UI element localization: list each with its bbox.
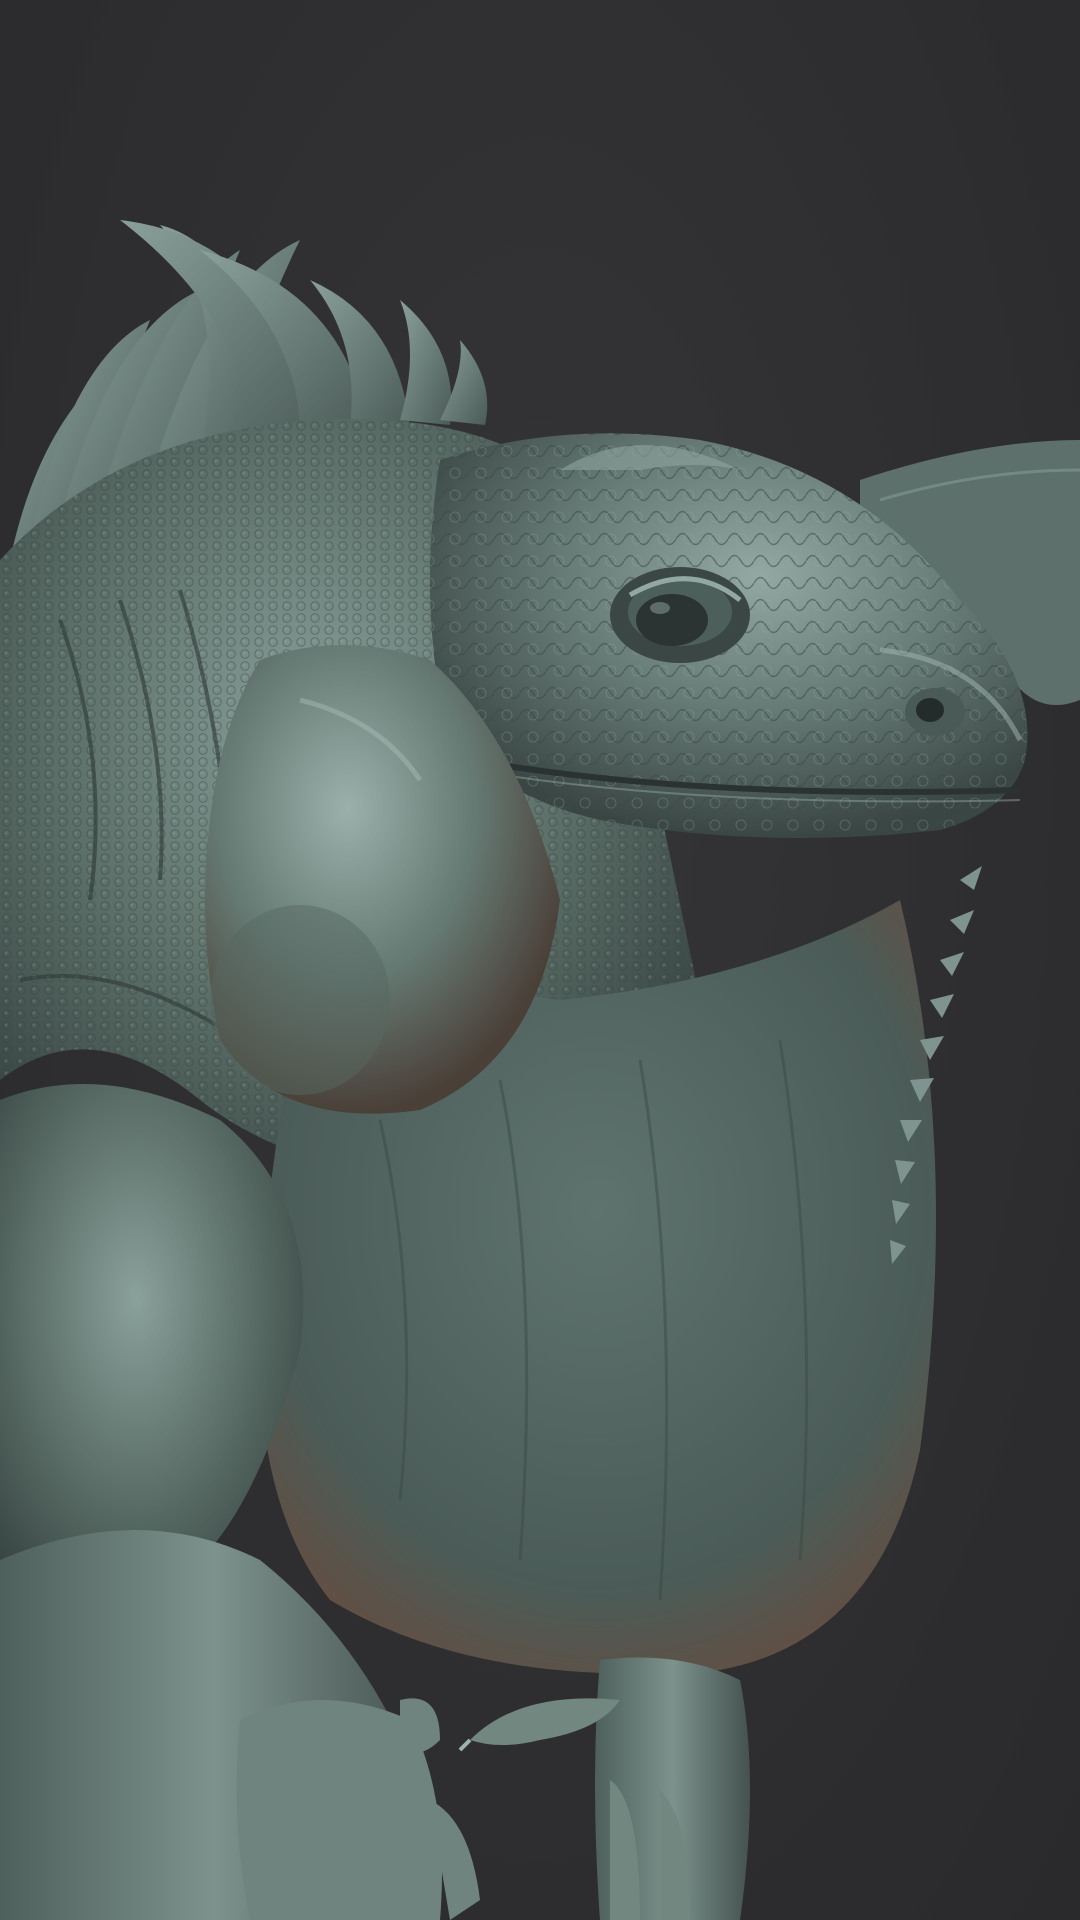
- iguana-sculpt-render: [0, 220, 1080, 1920]
- eye: [610, 567, 750, 663]
- nostril: [905, 688, 965, 736]
- left-hand: [236, 1698, 480, 1920]
- render-viewport: [0, 0, 1080, 1920]
